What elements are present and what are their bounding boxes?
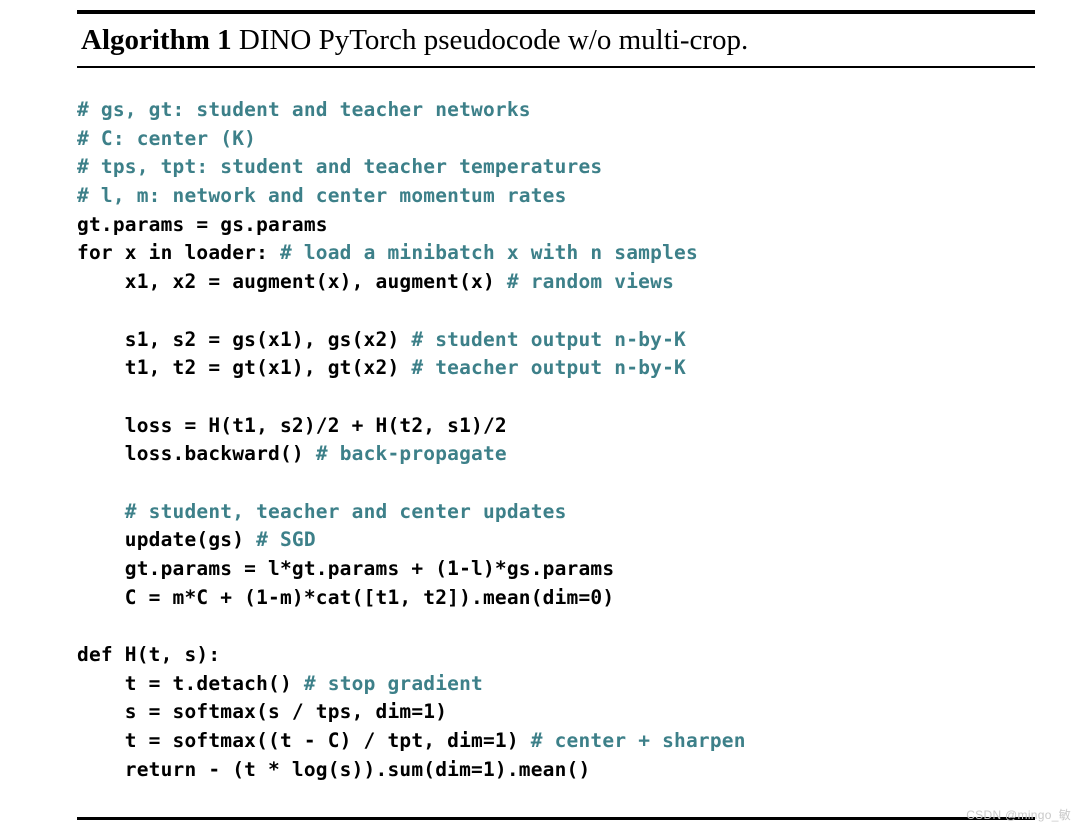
algorithm-title-label: Algorithm 1 [81, 24, 232, 56]
code-line: for x in loader: # load a minibatch x wi… [77, 239, 1077, 268]
code-source-text: t1, t2 = gt(x1), gt(x2) [77, 356, 412, 380]
algorithm-bottom-rule-wrap [77, 817, 1035, 820]
code-source-text: update(gs) [77, 528, 257, 552]
code-line: # l, m: network and center momentum rate… [77, 182, 1077, 211]
code-line: s1, s2 = gs(x1), gs(x2) # student output… [77, 326, 1077, 355]
code-comment-text: # student output n-by-K [411, 327, 686, 351]
code-line: # student, teacher and center updates [77, 498, 1077, 527]
watermark: CSDN @mingo_敏 [966, 808, 1071, 822]
code-line: x1, x2 = augment(x), augment(x) # random… [77, 268, 1077, 297]
code-source-text: gt.params = gs.params [77, 212, 328, 236]
code-line: loss = H(t1, s2)/2 + H(t2, s1)/2 [77, 412, 1077, 441]
code-line: # C: center (K) [77, 125, 1077, 154]
code-line: t = softmax((t - C) / tpt, dim=1) # cent… [77, 727, 1077, 756]
code-comment-text: # random views [506, 270, 675, 294]
code-source-text: gt.params = l*gt.params + (1-l)*gs.param… [77, 557, 615, 580]
code-comment-text: # back-propagate [315, 442, 507, 466]
pseudocode-listing: # gs, gt: student and teacher networks # … [77, 96, 1077, 785]
code-source-text: for x in loader: [77, 241, 280, 265]
code-source-text: s1, s2 = gs(x1), gs(x2) [77, 327, 412, 351]
code-source-text: loss.backward() [77, 442, 316, 466]
code-line: t = t.detach() # stop gradient [77, 670, 1077, 699]
code-line: return - (t * log(s)).sum(dim=1).mean() [77, 756, 1077, 785]
algorithm-bottom-rule [77, 817, 1035, 820]
code-source-text: return - (t * log(s)).sum(dim=1).mean() [77, 757, 591, 781]
code-line: C = m*C + (1-m)*cat([t1, t2]).mean(dim=0… [77, 584, 1077, 613]
algorithm-title-caption: DINO PyTorch pseudocode w/o multi-crop. [231, 24, 749, 56]
code-comment-text: # load a minibatch x with n samples [279, 241, 698, 265]
code-source-text: C = m*C + (1-m)*cat([t1, t2]).mean(dim=0… [77, 585, 615, 609]
code-comment-text: # center + sharpen [530, 729, 746, 753]
code-line: s = softmax(s / tps, dim=1) [77, 698, 1077, 727]
code-comment-text: # student, teacher and center updates [124, 499, 567, 523]
code-line: gt.params = gs.params [77, 211, 1077, 240]
code-comment-text: # tps, tpt: student and teacher temperat… [77, 155, 603, 179]
code-source-text: x1, x2 = augment(x), augment(x) [77, 270, 507, 294]
algorithm-title-rule [77, 66, 1035, 68]
algorithm-block: Algorithm 1 DINO PyTorch pseudocode w/o … [77, 0, 1035, 68]
code-line: def H(t, s): [77, 641, 1077, 670]
code-line: loss.backward() # back-propagate [77, 440, 1077, 469]
code-source-text: t = t.detach() [77, 671, 304, 695]
code-source-text: t = softmax((t - C) / tpt, dim=1) [77, 729, 531, 753]
code-source-text: loss = H(t1, s2)/2 + H(t2, s1)/2 [77, 413, 507, 437]
code-line: gt.params = l*gt.params + (1-l)*gs.param… [77, 555, 1077, 584]
code-line: t1, t2 = gt(x1), gt(x2) # teacher output… [77, 354, 1077, 383]
code-comment-text: # C: center (K) [77, 126, 257, 150]
code-comment-text: # l, m: network and center momentum rate… [77, 184, 567, 208]
code-line: update(gs) # SGD [77, 526, 1077, 555]
code-comment-text: # stop gradient [303, 671, 483, 695]
code-line: # gs, gt: student and teacher networks [77, 96, 1077, 125]
code-source-text: s = softmax(s / tps, dim=1) [77, 700, 448, 724]
code-comment-text: # teacher output n-by-K [411, 356, 686, 380]
code-comment-text: # gs, gt: student and teacher networks [77, 98, 531, 121]
code-comment-text: # SGD [256, 528, 316, 552]
code-source-text: def H(t, s): [77, 643, 221, 667]
code-line: # tps, tpt: student and teacher temperat… [77, 153, 1077, 182]
algorithm-title: Algorithm 1 DINO PyTorch pseudocode w/o … [77, 14, 1035, 66]
